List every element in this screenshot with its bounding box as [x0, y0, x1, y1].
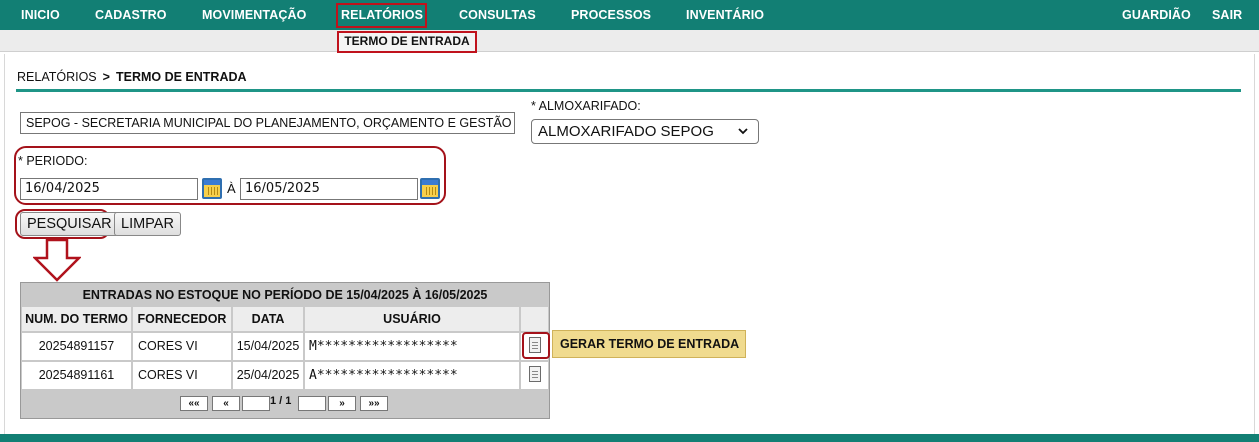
- pesquisar-button[interactable]: PESQUISAR: [20, 212, 119, 236]
- nav-inventario[interactable]: INVENTÁRIO: [686, 8, 764, 22]
- column-header: FORNECEDOR: [133, 307, 231, 331]
- table-cell: 20254891157: [22, 333, 131, 360]
- nav-cadastro[interactable]: CADASTRO: [95, 8, 167, 22]
- gerar-termo-tooltip: GERAR TERMO DE ENTRADA: [552, 330, 746, 358]
- table-cell: A******************: [305, 362, 519, 389]
- submenu-bar: TERMO DE ENTRADA: [0, 30, 1259, 53]
- column-header-action: [521, 307, 548, 331]
- top-navbar: INICIO CADASTRO MOVIMENTAÇÃO RELATÓRIOS …: [0, 0, 1259, 30]
- date-separator: À: [227, 181, 236, 196]
- submenu-termo-de-entrada[interactable]: TERMO DE ENTRADA: [337, 31, 477, 53]
- table-cell: 15/04/2025: [233, 333, 303, 360]
- pager-last-button[interactable]: »»: [360, 396, 388, 411]
- date-to-input[interactable]: 16/05/2025: [240, 178, 418, 200]
- table-cell: CORES VI: [133, 333, 231, 360]
- calendar-icon[interactable]: [420, 178, 440, 199]
- breadcrumb-separator: >: [102, 70, 110, 84]
- almoxarifado-label: * ALMOXARIFADO:: [531, 99, 641, 113]
- limpar-button[interactable]: LIMPAR: [114, 212, 181, 236]
- nav-relatorios[interactable]: RELATÓRIOS: [341, 8, 423, 22]
- bottom-bar: [0, 434, 1259, 442]
- document-icon[interactable]: [529, 366, 541, 382]
- column-header: NUM. DO TERMO: [22, 307, 131, 331]
- almoxarifado-value: ALMOXARIFADO SEPOG: [538, 123, 714, 140]
- document-icon-highlight: [522, 332, 550, 359]
- table-title: ENTRADAS NO ESTOQUE NO PERÍODO DE 15/04/…: [82, 288, 488, 302]
- table-cell: 25/04/2025: [233, 362, 303, 389]
- column-header: USUÁRIO: [305, 307, 519, 331]
- date-from-input[interactable]: 16/04/2025: [20, 178, 198, 200]
- arrow-down-icon: [33, 238, 81, 282]
- breadcrumb-current: TERMO DE ENTRADA: [115, 70, 247, 84]
- pager-page-label: 1 / 1: [270, 395, 292, 407]
- nav-sair[interactable]: SAIR: [1212, 8, 1242, 22]
- nav-consultas[interactable]: CONSULTAS: [459, 8, 536, 22]
- breadcrumb-parent[interactable]: RELATÓRIOS: [17, 70, 97, 84]
- column-header: DATA: [233, 307, 303, 331]
- pager-prev-button[interactable]: «: [212, 396, 240, 411]
- nav-inicio[interactable]: INICIO: [21, 8, 60, 22]
- table-cell: 20254891161: [22, 362, 131, 389]
- calendar-icon[interactable]: [202, 178, 222, 199]
- nav-guardiao[interactable]: GUARDIÃO: [1122, 8, 1191, 22]
- almoxarifado-select[interactable]: ALMOXARIFADO SEPOG: [531, 119, 759, 144]
- chevron-down-icon: [737, 120, 749, 152]
- breadcrumb: RELATÓRIOS > TERMO DE ENTRADA: [17, 70, 247, 84]
- secretaria-field: SEPOG - SECRETARIA MUNICIPAL DO PLANEJAM…: [20, 112, 515, 134]
- section-divider: [16, 89, 1241, 92]
- pager-field: [242, 396, 270, 411]
- pager-first-button[interactable]: ««: [180, 396, 208, 411]
- pager-field: [298, 396, 326, 411]
- table-cell: M******************: [305, 333, 519, 360]
- table-cell: CORES VI: [133, 362, 231, 389]
- table-pager: «« « 1 / 1 » »»: [20, 388, 548, 416]
- nav-movimentacao[interactable]: MOVIMENTAÇÃO: [202, 8, 306, 22]
- pager-next-button[interactable]: »: [328, 396, 356, 411]
- nav-processos[interactable]: PROCESSOS: [571, 8, 651, 22]
- periodo-label: * PERIODO:: [18, 154, 88, 168]
